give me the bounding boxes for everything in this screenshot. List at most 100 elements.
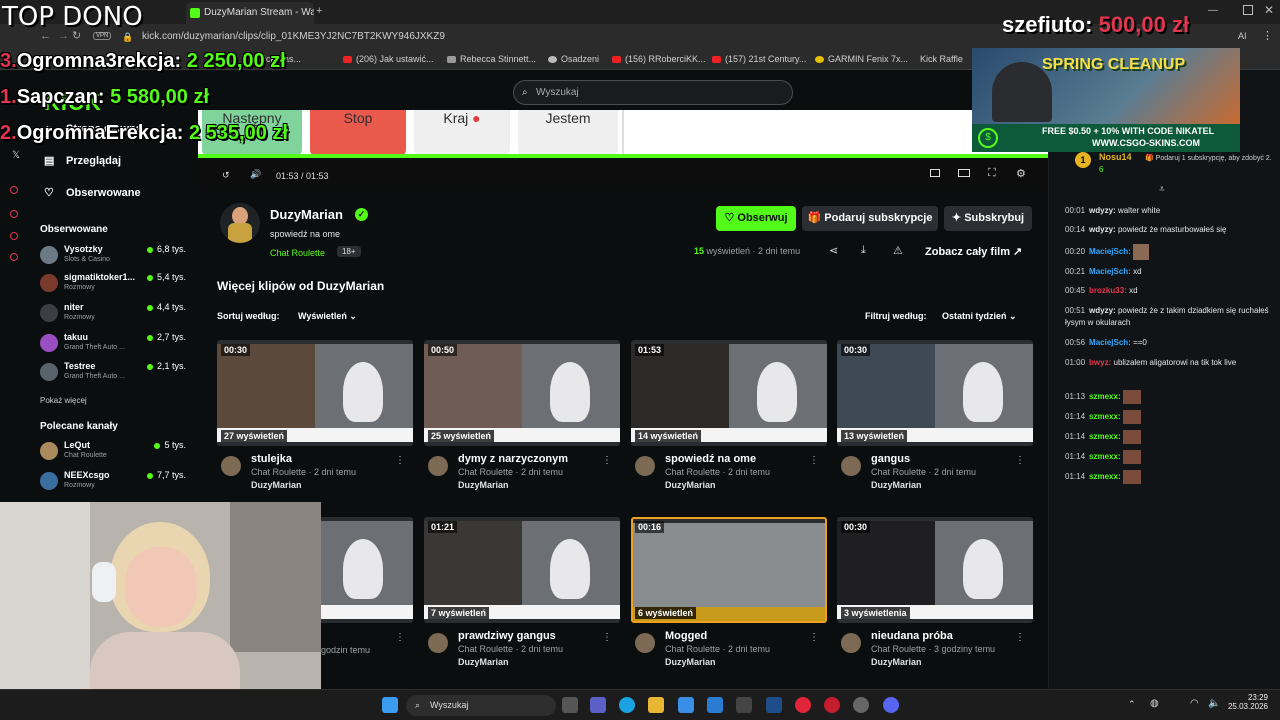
clip-card[interactable]: 00:16 6 wyświetleń Mogged Chat Roulette … — [631, 517, 827, 677]
clip-card[interactable]: 01:53 14 wyświetleń spowiedź na ome Chat… — [631, 340, 827, 500]
avatar[interactable] — [428, 633, 448, 653]
more-options-icon[interactable]: ⋮ — [395, 455, 405, 466]
progress-bar[interactable] — [198, 154, 1048, 158]
app-icon[interactable] — [736, 697, 752, 713]
sidebar-channel[interactable]: LeQut Chat Roulette 5 tys. — [40, 440, 190, 464]
avatar[interactable] — [221, 456, 241, 476]
opera-gx-icon[interactable] — [824, 697, 840, 713]
store-icon[interactable] — [678, 697, 694, 713]
more-options-icon[interactable]: ⋮ — [809, 455, 819, 466]
bookmark-item[interactable]: Kick Raffle — [920, 54, 963, 64]
nav-following[interactable]: ♡ Obserwowane — [44, 186, 141, 199]
file-explorer-icon[interactable] — [648, 697, 664, 713]
channel-name[interactable]: DuzyMarian — [270, 207, 343, 222]
clip-card[interactable]: 00:50 25 wyświetleń dymy z narzyczonym C… — [424, 340, 620, 500]
show-more-link[interactable]: Pokaż więcej — [40, 396, 87, 405]
clip-author[interactable]: DuzyMarian — [458, 480, 509, 490]
clip-title-link[interactable]: dymy z narzyczonym — [458, 453, 568, 465]
theater-icon[interactable] — [958, 169, 970, 177]
avatar[interactable] — [841, 456, 861, 476]
bookmark-item[interactable]: (157) 21st Century... — [712, 54, 806, 64]
sidebar-channel[interactable]: niter Rozmowy 4,4 tys. — [40, 302, 190, 326]
sidebar-channel[interactable]: NEEXcsgo Rozmowy 7,7 tys. — [40, 470, 190, 494]
collapse-icon[interactable]: ⩡ — [1159, 184, 1165, 195]
sidebar-channel[interactable]: Vysotzky Slots & Casino 6,8 tys. — [40, 244, 190, 268]
task-view-icon[interactable] — [562, 697, 578, 713]
clip-title-link[interactable]: Mogged — [665, 630, 707, 642]
settings-icon[interactable]: ⚙ — [1016, 167, 1026, 180]
search-input[interactable]: ⌕ Wyszukaj — [513, 80, 793, 105]
more-options-icon[interactable]: ⋮ — [602, 632, 612, 643]
clip-card[interactable]: 00:30 3 wyświetlenia nieudana próba Chat… — [837, 517, 1033, 677]
gift-prompt[interactable]: 🎁 Podaruj 1 subskrypcję, aby zdobyć 2. — [1145, 154, 1273, 164]
sidebar-channel[interactable]: sigmatiktoker1... Rozmowy 5,4 tys. — [40, 272, 190, 296]
minimize-icon[interactable]: — — [1208, 5, 1218, 16]
more-options-icon[interactable]: ⋮ — [1015, 455, 1025, 466]
windows-start-icon[interactable] — [382, 697, 398, 713]
social-icon[interactable] — [10, 232, 18, 240]
bookmark-item[interactable]: Rebecca Stinnett... — [447, 54, 536, 64]
social-icon[interactable] — [10, 253, 18, 261]
clip-author[interactable]: DuzyMarian — [665, 657, 716, 667]
share-icon[interactable]: ⋖ — [829, 244, 838, 257]
download-icon[interactable]: ⤓ — [861, 244, 866, 257]
avatar[interactable] — [635, 633, 655, 653]
bookmark-item[interactable]: (156) RRoberciKK... — [612, 54, 706, 64]
network-icon[interactable]: ◍ — [1150, 698, 1159, 709]
filter-dropdown[interactable]: Ostatni tydzień ⌄ — [936, 306, 1023, 326]
clip-author[interactable]: DuzyMarian — [458, 657, 509, 667]
social-icon[interactable] — [10, 186, 18, 194]
more-options-icon[interactable]: ⋮ — [602, 455, 612, 466]
replay-icon[interactable]: ↺ — [222, 170, 230, 181]
gift-subs-button[interactable]: 🎁 Podaruj subskrypcje — [802, 206, 938, 231]
clip-title-link[interactable]: stulejka — [251, 453, 292, 465]
bookmark-item[interactable]: GARMIN Fenix 7x... — [815, 54, 908, 64]
bookmark-item[interactable]: (206) Jak ustawić... — [343, 54, 434, 64]
sort-dropdown[interactable]: Wyświetleń ⌄ — [290, 306, 365, 326]
clip-title-link[interactable]: nieudana próba — [871, 630, 953, 642]
clip-title-link[interactable]: gangus — [871, 453, 910, 465]
edge-icon[interactable] — [619, 697, 635, 713]
sidebar-channel[interactable]: takuu Grand Theft Auto ... 2,7 tys. — [40, 332, 190, 356]
report-icon[interactable]: ⚠ — [893, 244, 903, 257]
clip-title-link[interactable]: prawdziwy gangus — [458, 630, 556, 642]
gifter-name[interactable]: Nosu14 — [1099, 152, 1132, 162]
maximize-icon[interactable] — [1243, 5, 1253, 15]
clip-card[interactable]: 01:21 7 wyświetleń prawdziwy gangus Chat… — [424, 517, 620, 677]
teams-icon[interactable] — [590, 697, 606, 713]
browser-tab[interactable]: DuzyMarian Stream - Watc — [186, 2, 314, 24]
clip-card[interactable]: 00:30 27 wyświetleń stulejka Chat Roulet… — [217, 340, 413, 500]
menu-icon[interactable]: ⋮ — [1262, 29, 1273, 42]
clip-author[interactable]: DuzyMarian — [871, 480, 922, 490]
taskbar-search[interactable]: ⌕ Wyszukaj — [406, 695, 556, 716]
clip-title-link[interactable]: spowiedź na ome — [665, 453, 756, 465]
subscribe-button[interactable]: ✦ Subskrybuj — [944, 206, 1032, 231]
channel-avatar[interactable] — [220, 203, 260, 243]
tray-chevron-icon[interactable]: ⌃ — [1128, 699, 1136, 710]
close-window-icon[interactable]: ✕ — [1264, 3, 1274, 17]
ai-icon[interactable]: AI — [1238, 31, 1247, 41]
nav-browse[interactable]: ▤ Przeglądaj — [44, 154, 121, 167]
video-player[interactable]: Następny Stop Kraj ● Jestem ↺ 🔊 01:53 / … — [198, 110, 1048, 190]
discord-icon[interactable] — [883, 697, 899, 713]
more-options-icon[interactable]: ⋮ — [809, 632, 819, 643]
more-options-icon[interactable]: ⋮ — [395, 632, 405, 643]
bookmark-item[interactable]: Osadzeni — [548, 54, 599, 64]
follow-button[interactable]: ♡ Obserwuj — [716, 206, 796, 231]
social-icon[interactable] — [10, 210, 18, 218]
wifi-icon[interactable]: ◠ — [1190, 698, 1199, 709]
vpn-badge[interactable]: VPN — [93, 32, 112, 40]
x-social-icon[interactable]: 𝕏 — [12, 150, 20, 161]
new-tab-icon[interactable]: + — [316, 5, 322, 17]
clip-author[interactable]: DuzyMarian — [251, 480, 302, 490]
avatar[interactable] — [841, 633, 861, 653]
mail-icon[interactable] — [707, 697, 723, 713]
category-link[interactable]: Chat Roulette — [270, 248, 325, 258]
volume-icon[interactable]: 🔊 — [250, 169, 261, 180]
obs-icon[interactable] — [853, 697, 869, 713]
clip-author[interactable]: DuzyMarian — [871, 657, 922, 667]
opera-icon[interactable] — [795, 697, 811, 713]
speaker-icon[interactable]: 🔈 — [1208, 698, 1220, 709]
clip-card[interactable]: 00:30 13 wyświetleń gangus Chat Roulette… — [837, 340, 1033, 500]
avatar[interactable] — [428, 456, 448, 476]
